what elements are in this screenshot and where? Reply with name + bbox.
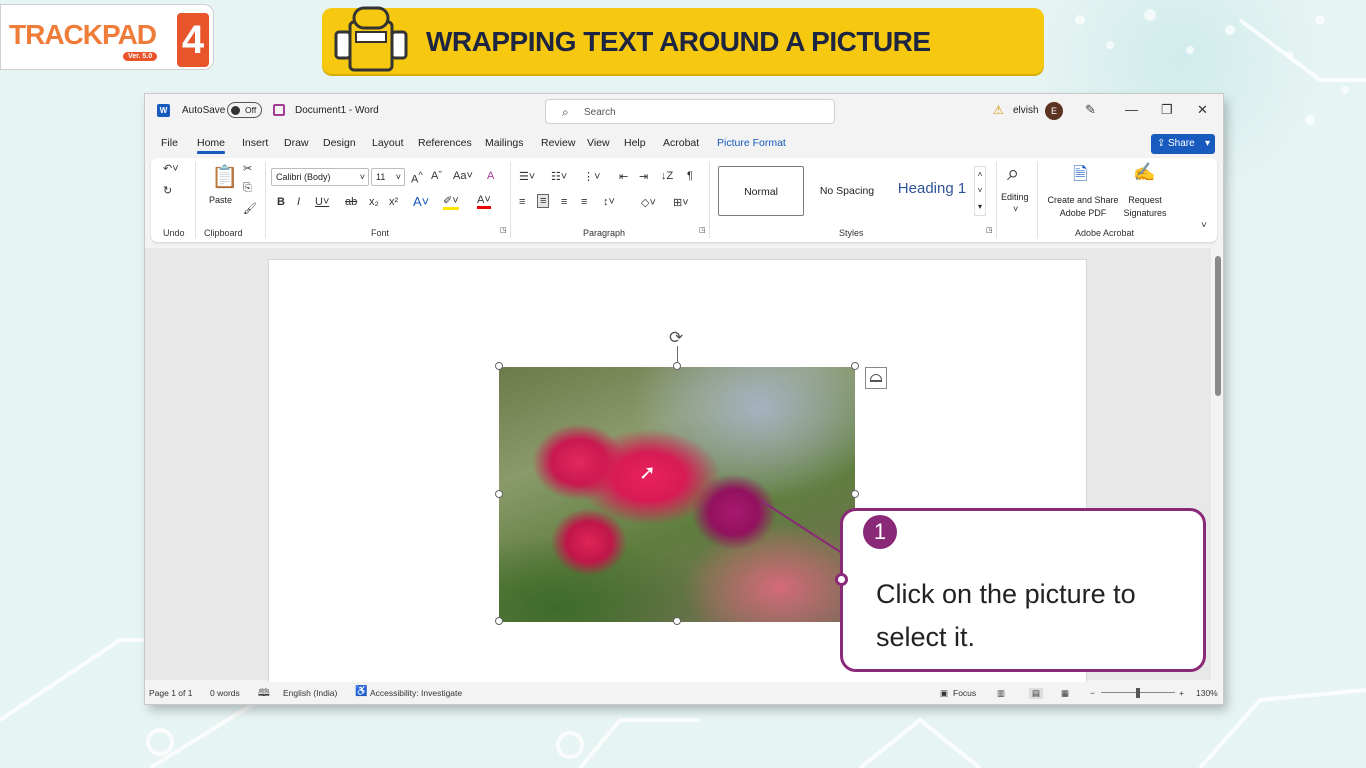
callout-anchor <box>835 573 848 586</box>
instruction-text: Click on the picture to select it. <box>876 579 1136 652</box>
step-number: 1 <box>863 515 897 549</box>
instruction-callout: 1 Click on the picture to select it. <box>840 508 1206 672</box>
